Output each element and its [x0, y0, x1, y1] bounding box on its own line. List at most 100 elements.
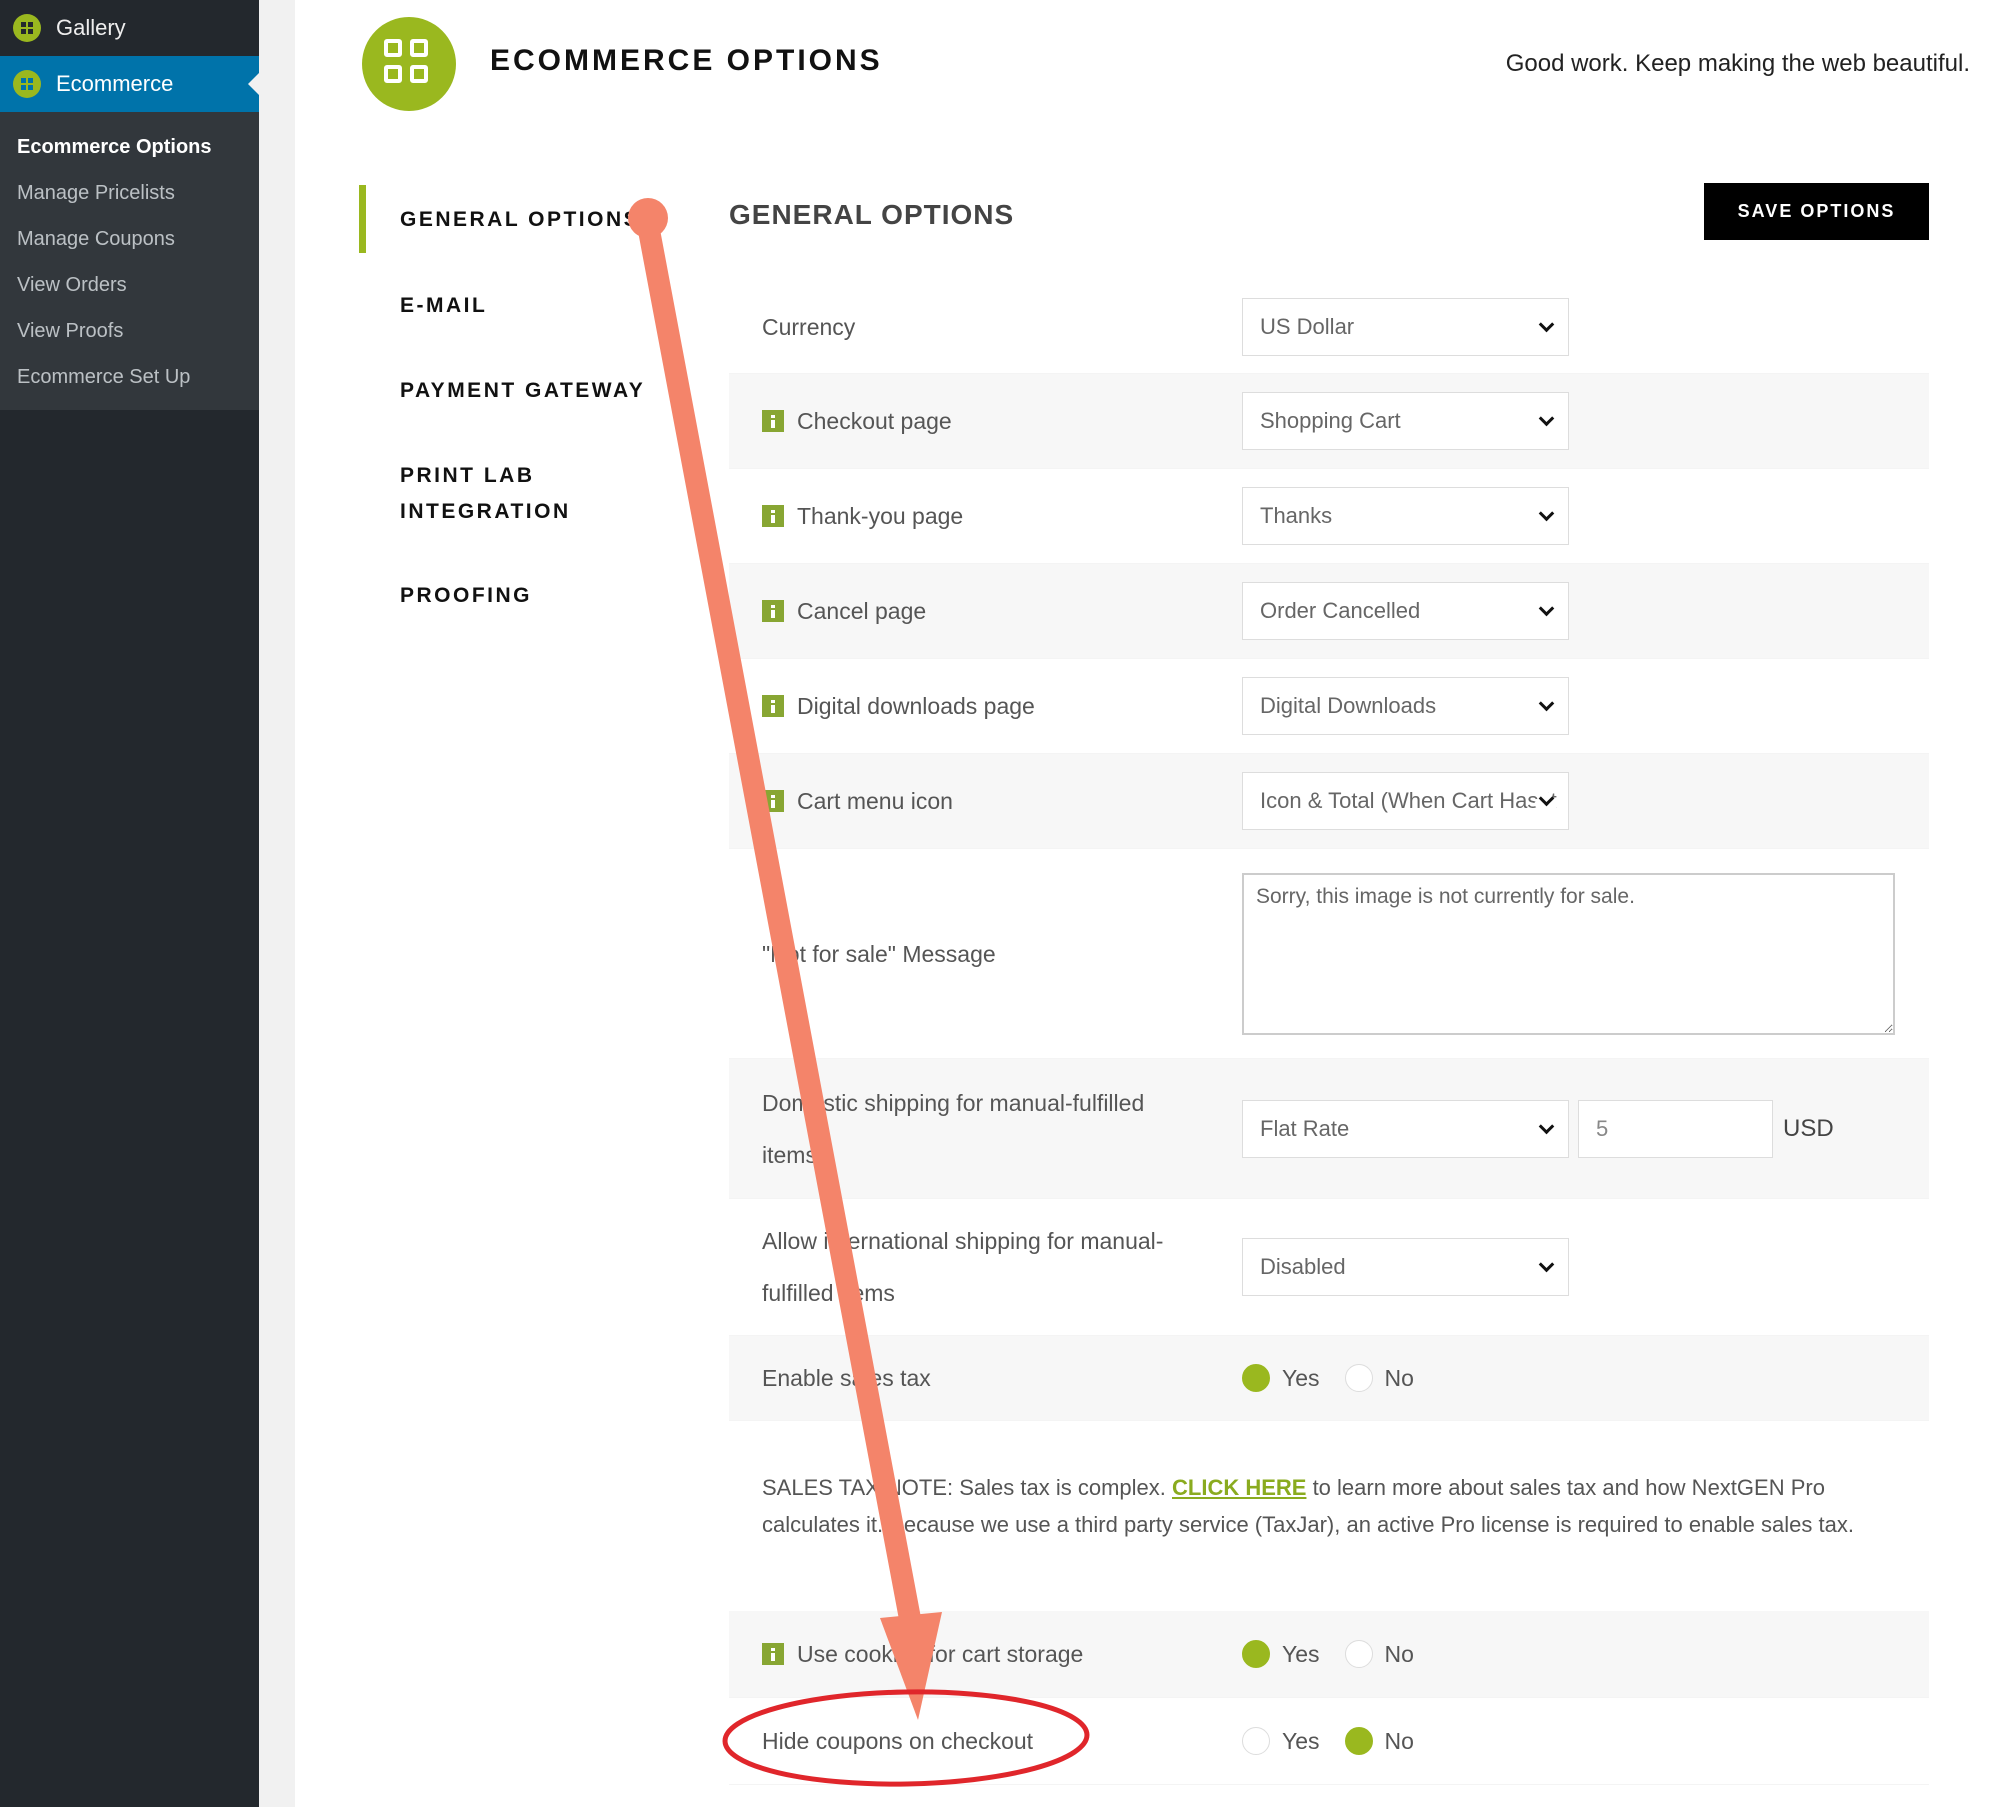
nextgen-grid-logo-icon: [362, 17, 456, 111]
domestic-shipping-select[interactable]: Flat Rate: [1242, 1099, 1569, 1158]
chevron-down-icon: [1538, 316, 1555, 332]
nav-proofing[interactable]: PROOFING: [400, 578, 532, 614]
sales-tax-no-label: No: [1384, 1364, 1414, 1391]
intl-shipping-select[interactable]: Disabled: [1242, 1238, 1569, 1296]
submenu-manage-pricelists[interactable]: Manage Pricelists: [0, 170, 259, 216]
shipping-currency-unit: USD: [1783, 1114, 1834, 1142]
downloads-label: Digital downloads page: [797, 693, 1035, 719]
shipping-amount-input[interactable]: [1578, 1099, 1773, 1158]
chevron-down-icon: [1538, 600, 1555, 617]
cookies-yes-label: Yes: [1282, 1640, 1320, 1667]
thankyou-page-select[interactable]: Thanks: [1242, 487, 1569, 545]
checkout-value: Shopping Cart: [1260, 408, 1401, 433]
not-for-sale-label: "Not for sale" Message: [762, 940, 996, 967]
tax-note-prefix: SALES TAX NOTE: Sales tax is complex.: [762, 1475, 1172, 1500]
cancel-row: Cancel page Order Cancelled: [729, 564, 1929, 659]
sales-tax-note: SALES TAX NOTE: Sales tax is complex. CL…: [729, 1421, 1929, 1611]
hide-coupons-no-radio[interactable]: [1344, 1727, 1373, 1755]
tax-note-link[interactable]: CLICK HERE: [1172, 1475, 1306, 1500]
info-icon[interactable]: [762, 600, 784, 622]
submenu-ecommerce-setup[interactable]: Ecommerce Set Up: [0, 354, 259, 400]
thankyou-value: Thanks: [1260, 503, 1333, 528]
page-title: ECOMMERCE OPTIONS: [490, 44, 883, 77]
nav-payment-gateway[interactable]: PAYMENT GATEWAY: [400, 373, 645, 409]
cookies-no-label: No: [1384, 1640, 1414, 1667]
menu-item-gallery[interactable]: Gallery: [0, 0, 259, 56]
sales-tax-yes-radio[interactable]: [1242, 1364, 1270, 1392]
chevron-down-icon: [1538, 1118, 1555, 1134]
chevron-down-icon: [1538, 410, 1555, 427]
info-icon[interactable]: [762, 790, 784, 812]
hide-coupons-yes-radio[interactable]: [1242, 1727, 1270, 1755]
admin-sidebar: Gallery Ecommerce Ecommerce Options Mana…: [0, 0, 259, 1807]
cart-icon-row: Cart menu icon Icon & Total (When Cart H…: [729, 754, 1929, 849]
not-for-sale-message-textarea[interactable]: Sorry, this image is not currently for s…: [1242, 872, 1895, 1035]
nav-general-options[interactable]: GENERAL OPTIONS: [400, 202, 640, 238]
hide-coupons-row: Hide coupons on checkout Yes No: [729, 1698, 1929, 1785]
cart-icon-value: Icon & Total (When Cart Has It: [1260, 788, 1557, 813]
hide-coupons-label: Hide coupons on checkout: [762, 1728, 1034, 1754]
downloads-value: Digital Downloads: [1260, 693, 1437, 718]
currency-row: Currency US Dollar: [729, 280, 1929, 374]
downloads-row: Digital downloads page Digital Downloads: [729, 659, 1929, 754]
domestic-shipping-row: Domestic shipping for manual-fulfilled i…: [729, 1059, 1929, 1199]
currency-select[interactable]: US Dollar: [1242, 297, 1569, 356]
nav-print-lab[interactable]: PRINT LAB: [400, 458, 535, 494]
cancel-page-select[interactable]: Order Cancelled: [1242, 582, 1569, 640]
nav-integration[interactable]: INTEGRATION: [400, 494, 571, 530]
chevron-down-icon: [1538, 695, 1555, 712]
menu-item-ecommerce-label: Ecommerce: [56, 71, 174, 96]
info-icon[interactable]: [762, 505, 784, 527]
not-for-sale-row: "Not for sale" Message Sorry, this image…: [729, 849, 1929, 1059]
currency-value: US Dollar: [1260, 313, 1355, 339]
downloads-page-select[interactable]: Digital Downloads: [1242, 677, 1569, 735]
info-icon[interactable]: [762, 410, 784, 432]
cookies-no-radio[interactable]: [1344, 1640, 1373, 1668]
cart-menu-icon-select[interactable]: Icon & Total (When Cart Has It: [1242, 772, 1569, 830]
save-options-button[interactable]: SAVE OPTIONS: [1704, 183, 1929, 240]
cookies-radio-group: Yes No: [1242, 1640, 1439, 1668]
intl-shipping-row: Allow international shipping for manual-…: [729, 1199, 1929, 1336]
domestic-shipping-label: Domestic shipping for manual-fulfilled i…: [762, 1089, 1145, 1168]
ecommerce-submenu: Ecommerce Options Manage Pricelists Mana…: [0, 112, 259, 410]
cancel-value: Order Cancelled: [1260, 598, 1421, 623]
sales-tax-radio-group: Yes No: [1242, 1364, 1439, 1392]
chevron-down-icon: [1538, 505, 1555, 522]
thankyou-label: Thank-you page: [797, 503, 964, 529]
menu-item-gallery-label: Gallery: [56, 15, 126, 40]
cancel-label: Cancel page: [797, 598, 927, 624]
sales-tax-no-radio[interactable]: [1344, 1364, 1373, 1392]
gallery-icon: [13, 14, 41, 42]
intl-shipping-label: Allow international shipping for manual-…: [762, 1228, 1164, 1306]
submenu-manage-coupons[interactable]: Manage Coupons: [0, 216, 259, 262]
sales-tax-row: Enable sales tax Yes No: [729, 1336, 1929, 1421]
ecommerce-icon: [13, 70, 41, 98]
menu-item-ecommerce[interactable]: Ecommerce: [0, 56, 259, 112]
cookies-row: Use cookies for cart storage Yes No: [729, 1611, 1929, 1698]
sales-tax-label: Enable sales tax: [762, 1365, 931, 1391]
cart-icon-label: Cart menu icon: [797, 788, 953, 814]
hide-coupons-no-label: No: [1384, 1727, 1414, 1754]
submenu-view-proofs[interactable]: View Proofs: [0, 308, 259, 354]
info-icon[interactable]: [762, 1643, 784, 1665]
checkout-row: Checkout page Shopping Cart: [729, 374, 1929, 469]
cookies-yes-radio[interactable]: [1242, 1640, 1270, 1668]
intl-shipping-value: Disabled: [1260, 1254, 1346, 1279]
submenu-view-orders[interactable]: View Orders: [0, 262, 259, 308]
checkout-label: Checkout page: [797, 408, 952, 434]
currency-label: Currency: [762, 313, 856, 340]
cookies-label: Use cookies for cart storage: [797, 1641, 1084, 1667]
hide-coupons-yes-label: Yes: [1282, 1727, 1320, 1754]
info-icon[interactable]: [762, 695, 784, 717]
chevron-down-icon: [1538, 1256, 1555, 1273]
header-tagline: Good work. Keep making the web beautiful…: [1505, 50, 1970, 77]
domestic-shipping-method: Flat Rate: [1260, 1115, 1350, 1141]
submenu-ecommerce-options[interactable]: Ecommerce Options: [0, 124, 259, 170]
nav-email[interactable]: E-MAIL: [400, 288, 487, 324]
checkout-page-select[interactable]: Shopping Cart: [1242, 392, 1569, 450]
active-nav-indicator: [359, 185, 366, 253]
content-area: ECOMMERCE OPTIONS Good work. Keep making…: [259, 0, 2000, 1807]
thankyou-row: Thank-you page Thanks: [729, 469, 1929, 564]
sales-tax-yes-label: Yes: [1282, 1364, 1320, 1391]
options-table: Currency US Dollar Checkout page Shoppin…: [729, 280, 1929, 1785]
